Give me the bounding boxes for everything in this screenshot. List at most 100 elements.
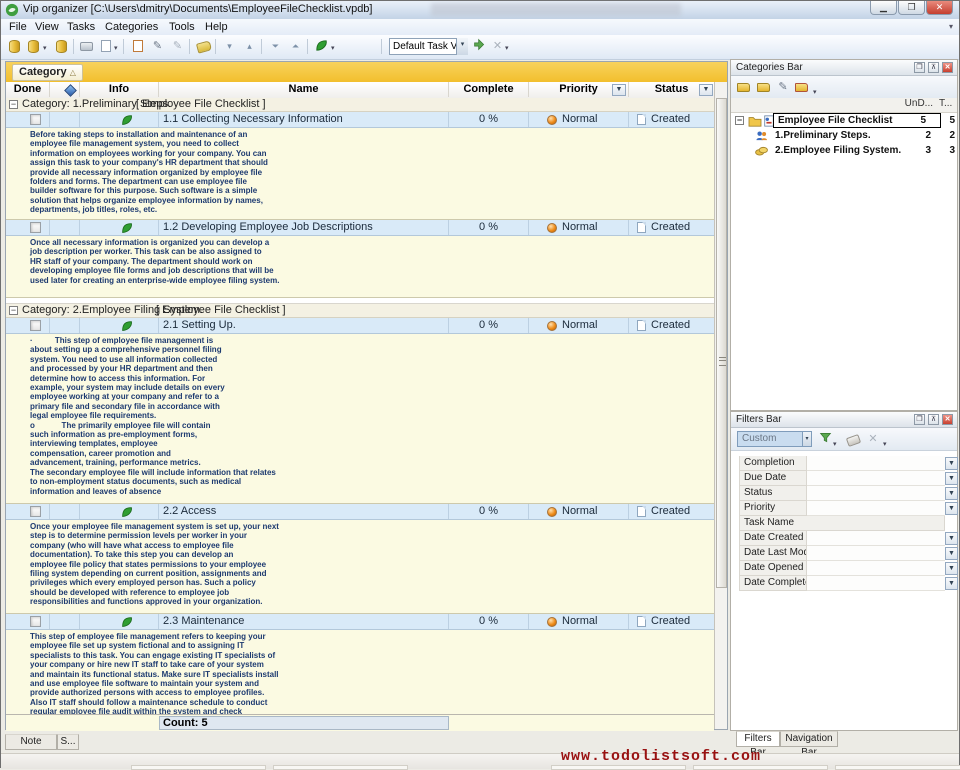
filter-dropdown-icon[interactable]: ▼: [945, 562, 958, 575]
filter-preset-dropdown-icon[interactable]: ▾: [803, 431, 812, 447]
filter-value[interactable]: [807, 561, 945, 576]
column-total[interactable]: T...: [939, 98, 952, 109]
task-name[interactable]: 2.2 Access: [159, 504, 448, 519]
tree-row-category-2[interactable]: 2.Employee Filing System. 3 3: [731, 144, 957, 158]
menu-tools[interactable]: Tools: [165, 20, 199, 34]
filter-value[interactable]: [807, 471, 945, 486]
task-row-2-3[interactable]: 2.3 Maintenance 0 % Normal Created: [6, 614, 714, 630]
group-by-category-button[interactable]: Category △: [12, 64, 83, 81]
filter-value[interactable]: [807, 456, 945, 471]
menu-categories[interactable]: Categories: [101, 20, 162, 34]
edit-task-icon[interactable]: ✎: [149, 38, 166, 55]
panel-pin-icon[interactable]: ⊼: [928, 62, 939, 73]
selected-tree-item[interactable]: Employee File Checklist 5: [773, 113, 941, 128]
restore-button[interactable]: ❐: [898, 1, 925, 15]
tree-row-category-1[interactable]: 1.Preliminary Steps. 2 2: [731, 129, 957, 143]
task-done-checkbox[interactable]: [30, 616, 41, 627]
category-group-row-2[interactable]: − Category: 2.Employee Filing System. [ …: [6, 304, 714, 318]
task-view-combobox-dropdown-icon[interactable]: ▾: [456, 38, 468, 55]
menu-overflow-chevron-icon[interactable]: ▾: [949, 22, 953, 31]
new-category-icon[interactable]: [735, 79, 751, 95]
column-header-info[interactable]: Info: [80, 82, 159, 97]
print-preview-dropdown-icon[interactable]: ▾: [114, 44, 118, 52]
collapse-tree-icon[interactable]: −: [735, 116, 744, 125]
apply-filter-dropdown-icon[interactable]: ▾: [833, 440, 837, 448]
column-header-done[interactable]: Done: [6, 82, 50, 97]
task-name[interactable]: 1.2 Developing Employee Job Descriptions: [159, 220, 448, 235]
save-database-icon[interactable]: [53, 38, 70, 55]
task-row-2-1[interactable]: 2.1 Setting Up. 0 % Normal Created: [6, 318, 714, 334]
collapse-group-icon[interactable]: −: [9, 100, 18, 109]
priority-filter-dropdown-icon[interactable]: ▼: [612, 84, 626, 96]
category-group-row-1[interactable]: − Category: 1.Preliminary Steps. [ Emplo…: [6, 98, 714, 112]
column-header-complete[interactable]: Complete: [449, 82, 529, 97]
assign-tag-icon[interactable]: [195, 38, 212, 55]
filter-value[interactable]: [807, 576, 945, 591]
status-filter-dropdown-icon[interactable]: ▼: [699, 84, 713, 96]
collapse-group-icon[interactable]: −: [9, 306, 18, 315]
view-more-dropdown-icon[interactable]: ▾: [505, 44, 509, 52]
scrollbar-thumb[interactable]: [716, 98, 727, 588]
task-description-row[interactable]: This step of employee file management re…: [6, 630, 714, 714]
apply-filter-icon[interactable]: [817, 431, 833, 447]
task-name[interactable]: 1.1 Collecting Necessary Information: [159, 112, 448, 127]
filter-dropdown-icon[interactable]: ▼: [945, 457, 958, 470]
task-view-flag-icon[interactable]: [313, 38, 330, 55]
delete-task-icon[interactable]: ✎: [169, 38, 186, 55]
shortcut-tab[interactable]: S...: [57, 734, 79, 750]
filter-dropdown-icon[interactable]: ▼: [945, 487, 958, 500]
task-name[interactable]: 2.3 Maintenance: [159, 614, 448, 629]
categories-toolbar-dropdown-icon[interactable]: ▾: [813, 88, 817, 96]
filter-value[interactable]: [807, 486, 945, 501]
print-icon[interactable]: [78, 38, 95, 55]
filter-dropdown-icon[interactable]: ▼: [945, 502, 958, 515]
filter-dropdown-icon[interactable]: ▼: [945, 532, 958, 545]
panel-restore-icon[interactable]: ❐: [914, 414, 925, 425]
filters-bar-tab[interactable]: Filters Bar: [736, 731, 780, 747]
filter-value[interactable]: [807, 546, 945, 561]
menu-help[interactable]: Help: [201, 20, 232, 34]
filters-toolbar-dropdown-icon[interactable]: ▾: [883, 440, 887, 448]
tree-row-checklist[interactable]: − Employee File Checklist 5 5: [731, 114, 957, 128]
task-description-row[interactable]: · This step of employee file management …: [6, 334, 714, 504]
menu-view[interactable]: View: [31, 20, 63, 34]
task-done-checkbox[interactable]: [30, 222, 41, 233]
task-description-row[interactable]: Before taking steps to installation and …: [6, 128, 714, 220]
delete-filter-icon[interactable]: ✕: [865, 431, 881, 447]
column-undone[interactable]: UnD...: [903, 98, 933, 109]
task-row-1-1[interactable]: 1.1 Collecting Necessary Information 0 %…: [6, 112, 714, 128]
edit-category-icon[interactable]: ✎: [775, 79, 791, 95]
task-done-checkbox[interactable]: [30, 114, 41, 125]
filter-dropdown-icon[interactable]: ▼: [945, 577, 958, 590]
open-database-dropdown-icon[interactable]: ▾: [43, 44, 47, 52]
move-to-top-icon[interactable]: ⏶: [287, 38, 304, 55]
task-row-1-2[interactable]: 1.2 Developing Employee Job Descriptions…: [6, 220, 714, 236]
categories-bar-header[interactable]: Categories Bar ❐ ⊼ ✕: [731, 60, 957, 76]
new-database-icon[interactable]: [6, 38, 23, 55]
filter-dropdown-icon[interactable]: ▼: [945, 547, 958, 560]
print-preview-icon[interactable]: [97, 38, 114, 55]
new-task-icon[interactable]: [129, 38, 146, 55]
task-row-2-2[interactable]: 2.2 Access 0 % Normal Created: [6, 504, 714, 520]
open-database-icon[interactable]: [25, 38, 42, 55]
task-done-checkbox[interactable]: [30, 506, 41, 517]
move-to-bottom-icon[interactable]: ⏷: [267, 38, 284, 55]
clear-view-icon[interactable]: ✕: [489, 38, 506, 55]
new-subcategory-icon[interactable]: [755, 79, 771, 95]
panel-restore-icon[interactable]: ❐: [914, 62, 925, 73]
task-done-checkbox[interactable]: [30, 320, 41, 331]
filter-dropdown-icon[interactable]: ▼: [945, 472, 958, 485]
close-button[interactable]: ✕: [926, 1, 953, 15]
minimize-button[interactable]: ▁: [870, 1, 897, 15]
task-description-row[interactable]: Once your employee file management syste…: [6, 520, 714, 614]
apply-view-icon[interactable]: [471, 38, 488, 55]
column-header-name[interactable]: Name: [159, 82, 449, 97]
panel-close-icon[interactable]: ✕: [942, 62, 953, 73]
filter-preset-combobox[interactable]: Custom: [737, 431, 803, 447]
clear-filter-eraser-icon[interactable]: [845, 431, 861, 447]
filter-value[interactable]: [807, 501, 945, 516]
delete-category-icon[interactable]: [793, 79, 809, 95]
note-tab[interactable]: Note: [5, 734, 57, 750]
move-up-icon[interactable]: ▴: [241, 38, 258, 55]
menu-tasks[interactable]: Tasks: [63, 20, 99, 34]
